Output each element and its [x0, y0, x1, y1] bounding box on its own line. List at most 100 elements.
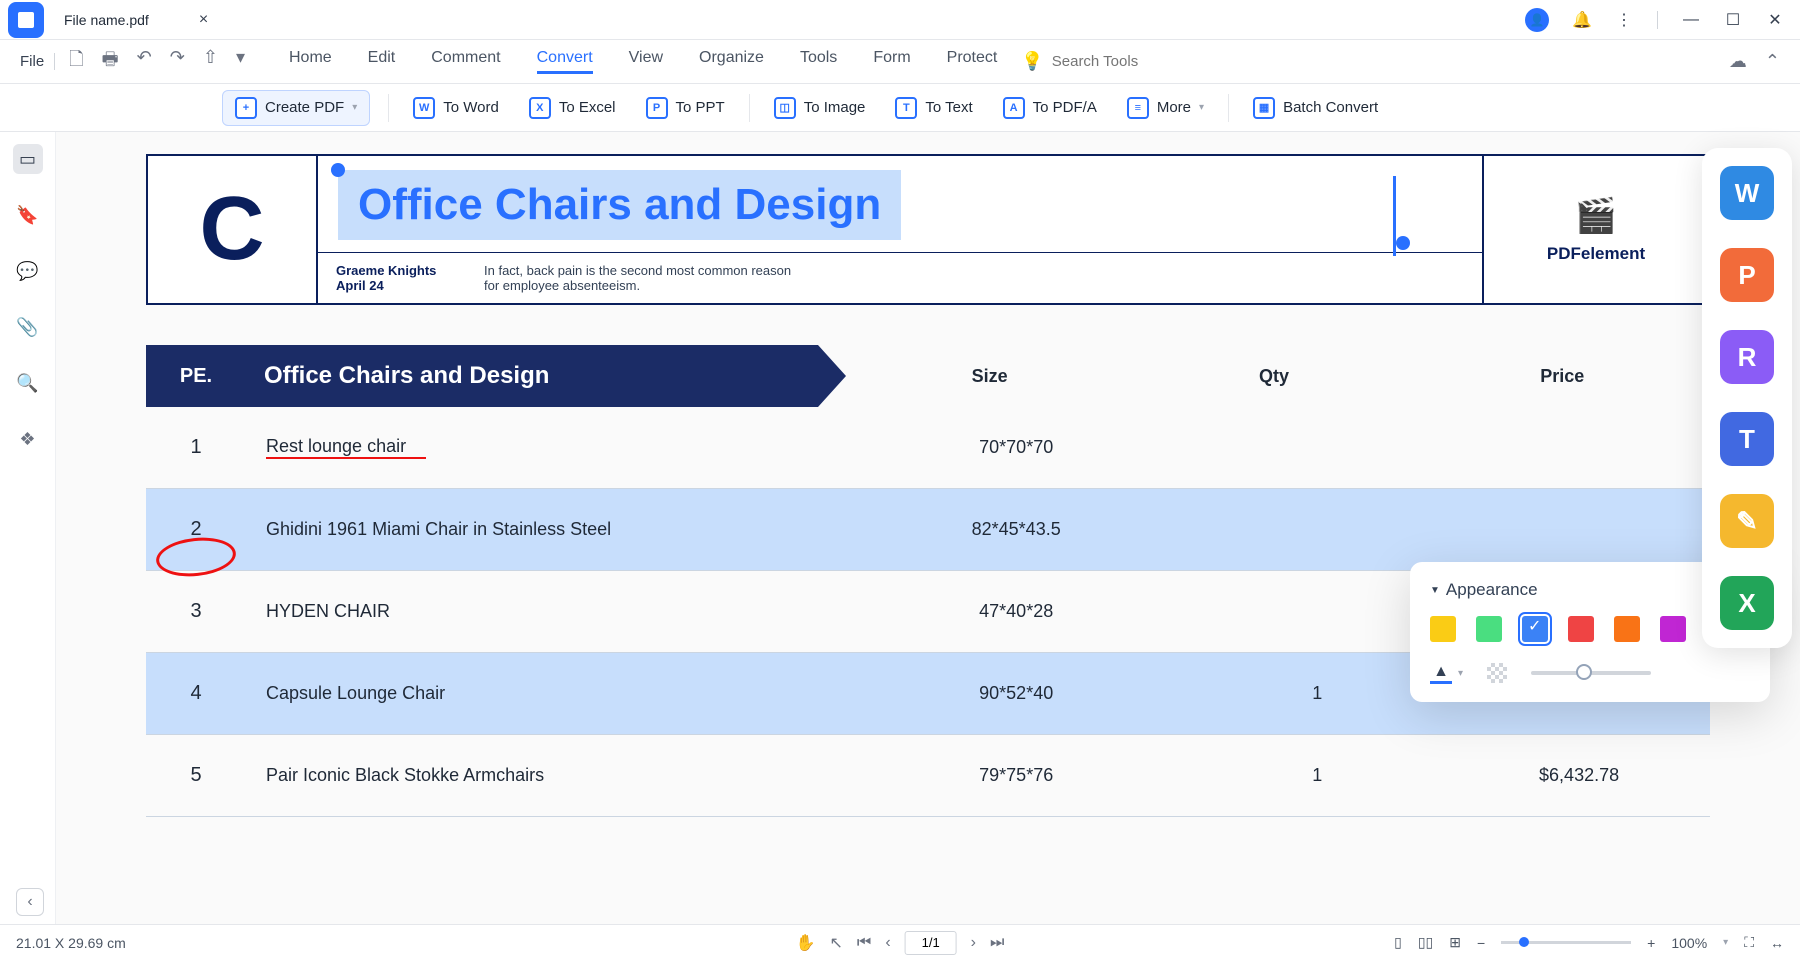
cloud-upload-icon[interactable]: ☁: [1729, 51, 1747, 72]
search-tools-input[interactable]: [1052, 53, 1172, 70]
zoom-in-icon[interactable]: +: [1647, 935, 1655, 951]
chevron-down-icon: ▾: [352, 102, 357, 113]
window-minimize-icon[interactable]: —: [1682, 11, 1700, 29]
dock-shortcut[interactable]: W: [1720, 166, 1774, 220]
table-row: 1 Rest lounge chair 70*70*70: [146, 407, 1710, 489]
window-maximize-icon[interactable]: ☐: [1724, 11, 1742, 29]
conversion-dock: WPRT ✎ X: [1702, 148, 1792, 648]
collapse-ribbon-icon[interactable]: ⌃: [1765, 51, 1780, 72]
redo-icon[interactable]: ↷: [170, 47, 185, 77]
first-page-icon[interactable]: ⏮: [857, 934, 871, 952]
menu-organize[interactable]: Organize: [699, 49, 764, 74]
dock-shortcut[interactable]: R: [1720, 330, 1774, 384]
table-row: 2 Ghidini 1961 Miami Chair in Stainless …: [146, 489, 1710, 571]
thumbnails-panel-icon[interactable]: ▭: [13, 144, 43, 174]
app-logo: [8, 2, 44, 38]
zoom-level: 100%: [1671, 935, 1707, 951]
fact-text: In fact, back pain is the second most co…: [478, 253, 798, 303]
opacity-icon[interactable]: [1487, 663, 1507, 683]
col-pe: PE.: [146, 365, 246, 388]
logo-c: C: [148, 156, 318, 303]
menu-form[interactable]: Form: [873, 49, 910, 74]
share-icon[interactable]: ⇧: [203, 47, 218, 77]
undo-icon[interactable]: ↶: [137, 47, 152, 77]
to-ppt-button[interactable]: PTo PPT: [640, 93, 731, 123]
more-button[interactable]: ≡More▾: [1121, 93, 1210, 123]
col-price: Price: [1540, 366, 1584, 387]
col-qty: Qty: [1259, 366, 1289, 387]
document-dimensions: 21.01 X 29.69 cm: [16, 935, 126, 951]
color-swatch[interactable]: [1614, 616, 1640, 642]
selection-handle-icon[interactable]: [1396, 236, 1410, 250]
document-tab[interactable]: File name.pdf ×: [64, 11, 208, 29]
to-text-button[interactable]: TTo Text: [889, 93, 978, 123]
tab-close-icon[interactable]: ×: [199, 11, 208, 29]
brand-label: PDFelement: [1547, 244, 1645, 264]
attachments-panel-icon[interactable]: 📎: [13, 312, 43, 342]
author-date: April 24: [336, 278, 460, 293]
notification-bell-icon[interactable]: 🔔: [1573, 11, 1591, 29]
color-swatch[interactable]: [1522, 616, 1548, 642]
menu-protect[interactable]: Protect: [947, 49, 998, 74]
single-page-icon[interactable]: ▯: [1394, 934, 1402, 951]
kebab-menu-icon[interactable]: ⋮: [1615, 11, 1633, 29]
dock-shortcut[interactable]: T: [1720, 412, 1774, 466]
select-tool-icon[interactable]: ↖: [830, 933, 843, 953]
color-swatch[interactable]: [1476, 616, 1502, 642]
table-row: 5Pair Iconic Black Stokke Armchairs 79*7…: [146, 735, 1710, 817]
menu-view[interactable]: View: [629, 49, 663, 74]
to-pdfa-button[interactable]: ATo PDF/A: [997, 93, 1103, 123]
color-swatch[interactable]: [1660, 616, 1686, 642]
read-mode-icon[interactable]: ⊞: [1449, 934, 1461, 951]
to-excel-button[interactable]: XTo Excel: [523, 93, 622, 123]
dock-shortcut[interactable]: X: [1720, 576, 1774, 630]
comments-panel-icon[interactable]: 💬: [13, 256, 43, 286]
zoom-out-icon[interactable]: −: [1477, 935, 1485, 951]
menu-tools[interactable]: Tools: [800, 49, 837, 74]
create-pdf-button[interactable]: + Create PDF ▾: [222, 90, 370, 126]
selected-title-text[interactable]: Office Chairs and Design: [338, 170, 1462, 240]
two-page-icon[interactable]: ▯▯: [1418, 934, 1433, 951]
menu-edit[interactable]: Edit: [368, 49, 396, 74]
last-page-icon[interactable]: ⏭: [990, 934, 1004, 952]
qat-dropdown-icon[interactable]: ▾: [236, 47, 245, 77]
chevron-down-icon[interactable]: ▾: [1458, 668, 1463, 679]
file-menu[interactable]: File: [10, 53, 55, 70]
collapse-sidebar-icon[interactable]: ‹: [16, 888, 44, 916]
plus-icon: +: [235, 97, 257, 119]
prev-page-icon[interactable]: ‹: [885, 934, 890, 952]
fill-color-icon[interactable]: ▲: [1430, 662, 1452, 684]
fit-width-icon[interactable]: ↔: [1770, 935, 1784, 951]
page-number-input[interactable]: [905, 931, 957, 955]
user-avatar-icon[interactable]: 👤: [1525, 8, 1549, 32]
zoom-slider[interactable]: [1501, 941, 1631, 944]
dock-shortcut[interactable]: ✎: [1720, 494, 1774, 548]
window-close-icon[interactable]: ✕: [1766, 11, 1784, 29]
annotated-underline: Rest lounge chair: [266, 436, 406, 459]
document-header: C Office Chairs and Design Graeme Knight…: [146, 154, 1710, 305]
to-word-button[interactable]: WTo Word: [407, 93, 505, 123]
fit-page-icon[interactable]: ⛶: [1744, 934, 1754, 951]
print-icon[interactable]: 🖶: [102, 47, 119, 77]
layers-panel-icon[interactable]: ❖: [13, 424, 43, 454]
color-swatch[interactable]: [1568, 616, 1594, 642]
bookmark-panel-icon[interactable]: 🔖: [13, 200, 43, 230]
dock-shortcut[interactable]: P: [1720, 248, 1774, 302]
menu-comment[interactable]: Comment: [431, 49, 500, 74]
tab-filename: File name.pdf: [64, 12, 149, 28]
save-icon[interactable]: 🗋: [69, 47, 83, 77]
author-name: Graeme Knights: [336, 263, 460, 278]
menu-home[interactable]: Home: [289, 49, 332, 74]
chair-icon: 🎬: [1575, 196, 1617, 236]
color-swatch[interactable]: [1430, 616, 1456, 642]
to-image-button[interactable]: ◫To Image: [768, 93, 872, 123]
table-title: Office Chairs and Design: [264, 362, 549, 390]
next-page-icon[interactable]: ›: [971, 934, 976, 952]
hand-tool-icon[interactable]: ✋: [796, 933, 816, 953]
batch-convert-button[interactable]: ▦Batch Convert: [1247, 93, 1384, 123]
selection-handle-icon[interactable]: [331, 163, 345, 177]
menu-convert[interactable]: Convert: [537, 49, 593, 74]
search-panel-icon[interactable]: 🔍: [13, 368, 43, 398]
opacity-slider[interactable]: [1531, 671, 1651, 675]
lightbulb-icon: 💡: [1021, 51, 1043, 72]
